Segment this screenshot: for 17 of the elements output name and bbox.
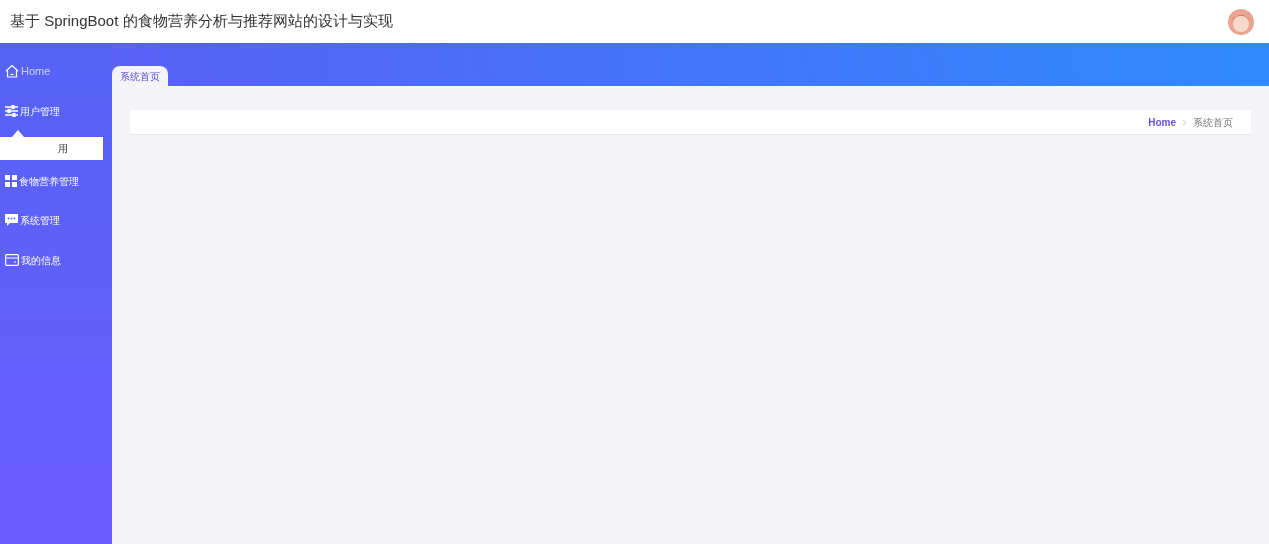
submenu-item[interactable]: 用	[57, 141, 68, 156]
menu-item[interactable]: 我的信息	[5, 250, 61, 270]
breadcrumb-link[interactable]: Home	[1148, 114, 1176, 130]
tab[interactable]: 系统首页	[112, 66, 168, 86]
menu-item[interactable]: 用户管理	[5, 101, 60, 121]
breadcrumb-current: 系统首页	[1193, 115, 1233, 130]
grid-icon	[5, 175, 17, 187]
sliders-icon	[5, 105, 18, 117]
chevron-icon	[1182, 118, 1187, 126]
home-icon	[5, 64, 19, 78]
app-title: 基于 SpringBoot 的食物营养分析与推荐网站的设计与实现	[10, 11, 393, 32]
menu-item[interactable]: 食物营养管理	[5, 171, 79, 191]
avatar[interactable]	[1228, 8, 1254, 35]
chat-icon	[5, 214, 18, 226]
menu-item[interactable]: 系统管理	[5, 210, 60, 230]
menu-item[interactable]: Home	[5, 61, 51, 81]
card-icon	[5, 254, 19, 266]
